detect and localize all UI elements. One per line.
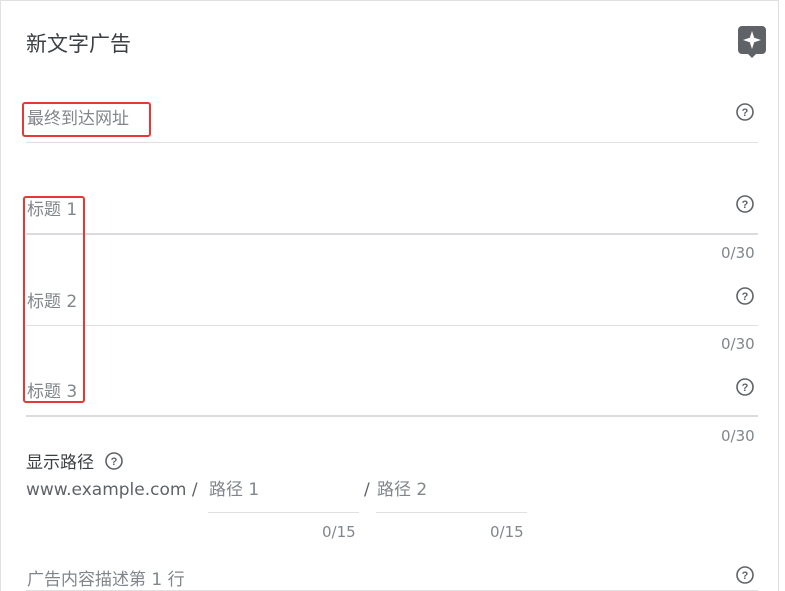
svg-text:?: ? <box>742 382 749 394</box>
headline-1-counter: 0/30 <box>721 244 755 262</box>
svg-text:?: ? <box>742 570 749 582</box>
help-icon-description-1[interactable]: ? <box>736 566 754 584</box>
final-url-underline <box>26 142 758 143</box>
headline-2-underline <box>26 325 758 326</box>
display-path-section: 显示路径 ? <box>26 452 124 474</box>
headline-2-counter: 0/30 <box>721 335 755 353</box>
headline-1-underline <box>26 233 758 235</box>
path-2-counter: 0/15 <box>490 523 524 541</box>
help-icon-headline-2[interactable]: ? <box>736 287 754 305</box>
highlight-box-final-url <box>22 102 151 137</box>
sparkle-icon[interactable] <box>738 26 766 58</box>
card-title: 新文字广告 <box>26 32 131 56</box>
svg-text:?: ? <box>742 199 749 211</box>
help-icon-headline-3[interactable]: ? <box>736 378 754 396</box>
help-icon-headline-1[interactable]: ? <box>736 195 754 213</box>
new-text-ad-card: 新文字广告 最终到达网址 ? 标题 1 ? 0/30 标题 2 ? 0/30 标… <box>0 0 779 591</box>
headline-3-underline <box>26 415 758 417</box>
svg-text:?: ? <box>742 107 749 119</box>
highlight-box-headlines <box>23 196 85 403</box>
path-1-input[interactable]: 路径 1 <box>209 479 259 501</box>
path-1-underline <box>208 512 359 513</box>
headline-3-counter: 0/30 <box>721 427 755 445</box>
path-2-input[interactable]: 路径 2 <box>377 479 427 501</box>
description-1-label: 广告内容描述第 1 行 <box>27 570 185 590</box>
help-icon-final-url[interactable]: ? <box>736 103 754 121</box>
help-icon-display-path[interactable]: ? <box>105 452 124 470</box>
display-domain: www.example.com / <box>26 480 198 500</box>
svg-text:?: ? <box>111 456 118 468</box>
description-1-field[interactable]: 广告内容描述第 1 行 <box>27 569 185 591</box>
path-1-counter: 0/15 <box>322 523 356 541</box>
display-path-label: 显示路径 <box>26 453 94 473</box>
path-separator: / <box>364 480 370 500</box>
path-2-underline <box>376 512 527 513</box>
svg-text:?: ? <box>742 291 749 303</box>
